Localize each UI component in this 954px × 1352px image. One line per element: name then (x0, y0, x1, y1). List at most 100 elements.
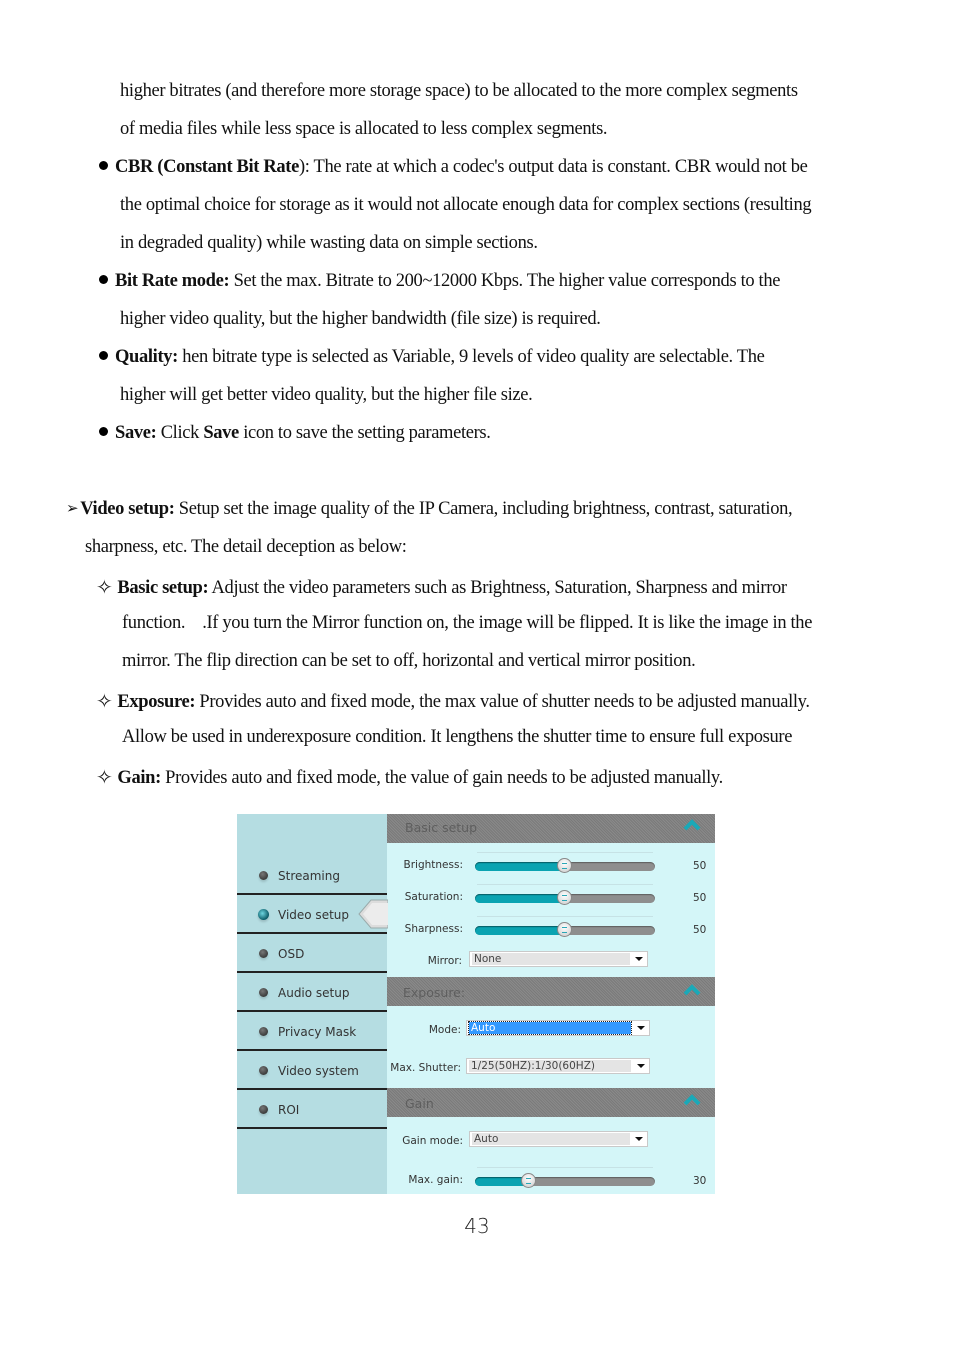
text-line: higher bitrates (and therefore more stor… (120, 80, 798, 102)
nav-label: Streaming (278, 869, 340, 883)
exposure-header[interactable]: Exposure: (387, 977, 715, 1006)
text: Provides auto and fixed mode, the value … (160, 768, 723, 788)
saturation-slider[interactable] (475, 884, 655, 905)
bullet-save: Save: Click Save icon to save the settin… (99, 422, 491, 444)
radio-dot-icon (259, 1066, 268, 1075)
text-line: Allow be used in underexposure condition… (122, 726, 792, 748)
section-title: Gain (405, 1096, 434, 1111)
text: of media files while less space is alloc… (120, 119, 608, 139)
saturation-value: 50 (693, 892, 707, 904)
basic-setup-header[interactable]: Basic setup (387, 814, 715, 843)
bullet-icon (99, 427, 108, 436)
slider-guide (477, 852, 653, 853)
nav-label: Audio setup (278, 986, 350, 1000)
nav-item-streaming[interactable]: Streaming (237, 856, 387, 895)
text-line: mirror. The flip direction can be set to… (122, 650, 696, 672)
collapse-chevron-up-icon[interactable] (683, 1093, 701, 1107)
term: Save (203, 423, 239, 443)
nav-item-privacy-mask[interactable]: Privacy Mask (237, 1012, 387, 1051)
diamond-bullet-icon: ✧ (96, 575, 113, 599)
diamond-bullet-icon: ✧ (96, 689, 113, 713)
text-line: sharpness, etc. The detail deception as … (85, 536, 407, 558)
slider-guide (477, 884, 653, 885)
slider-fill (475, 894, 565, 903)
text: higher video quality, but the higher ban… (120, 309, 601, 329)
nav-item-audio-setup[interactable]: Audio setup (237, 973, 387, 1012)
term: Bit Rate mode: (115, 271, 230, 291)
video-setup-screenshot: Streaming Video setup OSD Audio setup Pr… (237, 814, 715, 1194)
nav-label: ROI (278, 1103, 300, 1117)
text: function. .If you turn the Mirror functi… (122, 613, 813, 633)
bullet-bitrate-mode: Bit Rate mode: Set the max. Bitrate to 2… (99, 270, 780, 292)
text: hen bitrate type is selected as Variable… (177, 347, 765, 367)
section-title: Basic setup (405, 820, 478, 835)
radio-dot-icon (259, 871, 268, 880)
dropdown-arrow-icon (637, 1064, 645, 1068)
item-exposure: ✧ Exposure: Provides auto and fixed mode,… (96, 690, 810, 713)
slider-fill (475, 926, 565, 935)
text: Provides auto and fixed mode, the max va… (195, 692, 810, 712)
mirror-select[interactable]: None (469, 951, 648, 967)
text: icon to save the setting parameters. (238, 423, 491, 443)
collapse-chevron-up-icon[interactable] (683, 983, 701, 997)
max-shutter-label: Max. Shutter: (390, 1062, 461, 1074)
text: mirror. The flip direction can be set to… (122, 651, 696, 671)
diamond-bullet-icon: ✧ (96, 765, 113, 789)
term: Exposure: (117, 692, 196, 712)
sharpness-slider[interactable] (475, 916, 655, 937)
mode-label: Mode: (428, 1024, 461, 1036)
term: Quality: (115, 347, 178, 367)
text: higher bitrates (and therefore more stor… (120, 81, 798, 101)
sharpness-label: Sharpness: (404, 923, 463, 935)
active-pointer-icon (358, 899, 388, 929)
slider-thumb[interactable] (557, 922, 572, 937)
text-line: the optimal choice for storage as it wou… (120, 194, 812, 216)
exposure-mode-select[interactable]: Auto (466, 1020, 650, 1036)
dropdown-arrow-icon (637, 1026, 645, 1030)
settings-nav: Streaming Video setup OSD Audio setup Pr… (237, 814, 388, 1194)
nav-item-video-setup[interactable]: Video setup (237, 895, 388, 934)
nav-label: Video setup (278, 908, 349, 922)
max-gain-slider[interactable] (475, 1167, 655, 1188)
nav-item-osd[interactable]: OSD (237, 934, 387, 973)
text: Allow be used in underexposure condition… (122, 727, 793, 747)
term: CBR (Constant Bit Rate (115, 157, 299, 177)
slider-thumb[interactable] (557, 858, 572, 873)
max-gain-label: Max. gain: (408, 1174, 463, 1186)
text-line: function. .If you turn the Mirror functi… (122, 612, 812, 634)
brightness-slider[interactable] (475, 852, 655, 873)
text: higher will get better video quality, bu… (120, 385, 533, 405)
nav-item-roi[interactable]: ROI (237, 1090, 387, 1129)
radio-dot-active-icon (258, 909, 269, 920)
max-shutter-select[interactable]: 1/25(50HZ):1/30(60HZ) (466, 1058, 650, 1074)
term: Video setup: (80, 499, 175, 519)
slider-guide (477, 916, 653, 917)
nav-item-video-system[interactable]: Video system (237, 1051, 387, 1090)
slider-thumb[interactable] (521, 1173, 536, 1188)
text-line: in degraded quality) while wasting data … (120, 232, 538, 254)
text: ): The rate at which a codec's output da… (298, 157, 808, 177)
gain-mode-select[interactable]: Auto (469, 1131, 648, 1147)
dropdown-arrow-icon (635, 1137, 643, 1141)
select-value: Auto (472, 1133, 630, 1145)
radio-dot-icon (259, 1105, 268, 1114)
nav-label: Privacy Mask (278, 1025, 357, 1039)
item-basic-setup: ✧ Basic setup: Adjust the video parameter… (96, 576, 787, 599)
text: in degraded quality) while wasting data … (120, 233, 538, 253)
term: Save: (115, 423, 157, 443)
select-value: Auto (468, 1021, 632, 1035)
text: Setup set the image quality of the IP Ca… (174, 499, 793, 519)
slider-guide (477, 1167, 653, 1168)
section-video-setup: ➢ Video setup: Setup set the image qualit… (66, 498, 793, 520)
arrow-bullet-icon: ➢ (66, 501, 79, 517)
select-value: None (472, 953, 630, 965)
bullet-icon (99, 161, 108, 170)
term: Basic setup: (117, 578, 209, 598)
nav-label: OSD (278, 947, 305, 961)
slider-thumb[interactable] (557, 890, 572, 905)
text: Click (156, 423, 204, 443)
gain-header[interactable]: Gain (387, 1088, 715, 1117)
collapse-chevron-up-icon[interactable] (683, 818, 701, 832)
select-value: 1/25(50HZ):1/30(60HZ) (469, 1060, 631, 1072)
text-line: of media files while less space is alloc… (120, 118, 608, 140)
